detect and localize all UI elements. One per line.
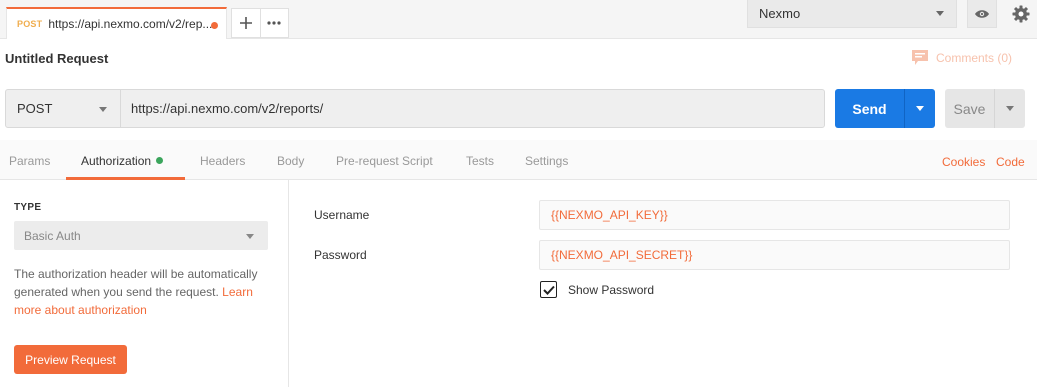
chevron-down-icon xyxy=(99,107,107,112)
username-label: Username xyxy=(314,208,370,222)
request-tab-url: https://api.nexmo.com/v2/rep... xyxy=(48,17,213,31)
cookies-link[interactable]: Cookies xyxy=(942,155,985,169)
chevron-down-icon xyxy=(1006,106,1014,111)
url-input[interactable]: https://api.nexmo.com/v2/reports/ xyxy=(120,89,825,128)
send-options-button[interactable] xyxy=(904,89,935,128)
request-subtabs: Params Authorization Headers Body Pre-re… xyxy=(0,140,1037,180)
comment-icon xyxy=(912,50,928,65)
tab-pre-request-script[interactable]: Pre-request Script xyxy=(336,154,433,168)
environment-select[interactable]: Nexmo xyxy=(747,0,957,28)
tab-headers[interactable]: Headers xyxy=(200,154,245,168)
show-password-checkbox[interactable] xyxy=(540,281,557,298)
new-tab-button[interactable] xyxy=(232,9,260,37)
request-title[interactable]: Untitled Request xyxy=(5,51,108,66)
tab-authorization-label: Authorization xyxy=(81,154,152,168)
environment-quick-look-button[interactable] xyxy=(967,0,997,28)
gear-icon xyxy=(1012,5,1030,23)
plus-icon xyxy=(239,17,252,29)
tab-settings[interactable]: Settings xyxy=(525,154,568,168)
comments-label: Comments (0) xyxy=(936,50,1013,65)
auth-type-value: Basic Auth xyxy=(24,228,81,243)
show-password-label[interactable]: Show Password xyxy=(568,283,654,297)
more-icon xyxy=(267,21,282,25)
username-value: {{NEXMO_API_KEY}} xyxy=(551,208,668,222)
eye-icon xyxy=(975,9,989,18)
auth-type-label: TYPE xyxy=(14,202,42,213)
auth-type-pane: TYPE Basic Auth The authorization header… xyxy=(0,180,289,387)
checkmark-icon xyxy=(542,285,555,295)
manage-environments-button[interactable] xyxy=(1009,2,1033,26)
comments-button[interactable]: Comments (0) xyxy=(912,50,1012,65)
password-field[interactable]: {{NEXMO_API_SECRET}} xyxy=(539,240,1010,270)
auth-type-select[interactable]: Basic Auth xyxy=(14,221,268,250)
unsaved-indicator-icon xyxy=(211,22,218,29)
tab-body[interactable]: Body xyxy=(277,154,304,168)
url-input-value: https://api.nexmo.com/v2/reports/ xyxy=(131,101,324,116)
password-label: Password xyxy=(314,248,367,262)
code-link[interactable]: Code xyxy=(996,155,1025,169)
tab-bar: POST https://api.nexmo.com/v2/rep... Nex… xyxy=(0,0,1037,39)
tab-params[interactable]: Params xyxy=(9,154,50,168)
password-value: {{NEXMO_API_SECRET}} xyxy=(551,248,693,262)
tab-tests[interactable]: Tests xyxy=(466,154,494,168)
save-button[interactable]: Save xyxy=(945,89,994,128)
method-select-value: POST xyxy=(17,101,53,116)
request-tab-method: POST xyxy=(17,19,43,29)
auth-description: The authorization header will be automat… xyxy=(14,265,276,319)
auth-active-indicator-icon xyxy=(156,157,164,164)
tab-authorization[interactable]: Authorization xyxy=(81,154,164,168)
auth-description-text: The authorization header will be automat… xyxy=(14,267,258,299)
save-options-button[interactable] xyxy=(994,89,1025,128)
username-field[interactable]: {{NEXMO_API_KEY}} xyxy=(539,200,1010,230)
tab-options-button[interactable] xyxy=(259,9,288,37)
chevron-down-icon xyxy=(246,234,254,239)
environment-select-value: Nexmo xyxy=(759,6,801,21)
tab-actions xyxy=(231,8,289,38)
method-select[interactable]: POST xyxy=(5,89,121,128)
request-tab[interactable]: POST https://api.nexmo.com/v2/rep... xyxy=(6,7,227,39)
send-button[interactable]: Send xyxy=(835,89,904,128)
chevron-down-icon xyxy=(936,11,944,16)
preview-request-button[interactable]: Preview Request xyxy=(14,345,127,374)
chevron-down-icon xyxy=(916,106,924,111)
